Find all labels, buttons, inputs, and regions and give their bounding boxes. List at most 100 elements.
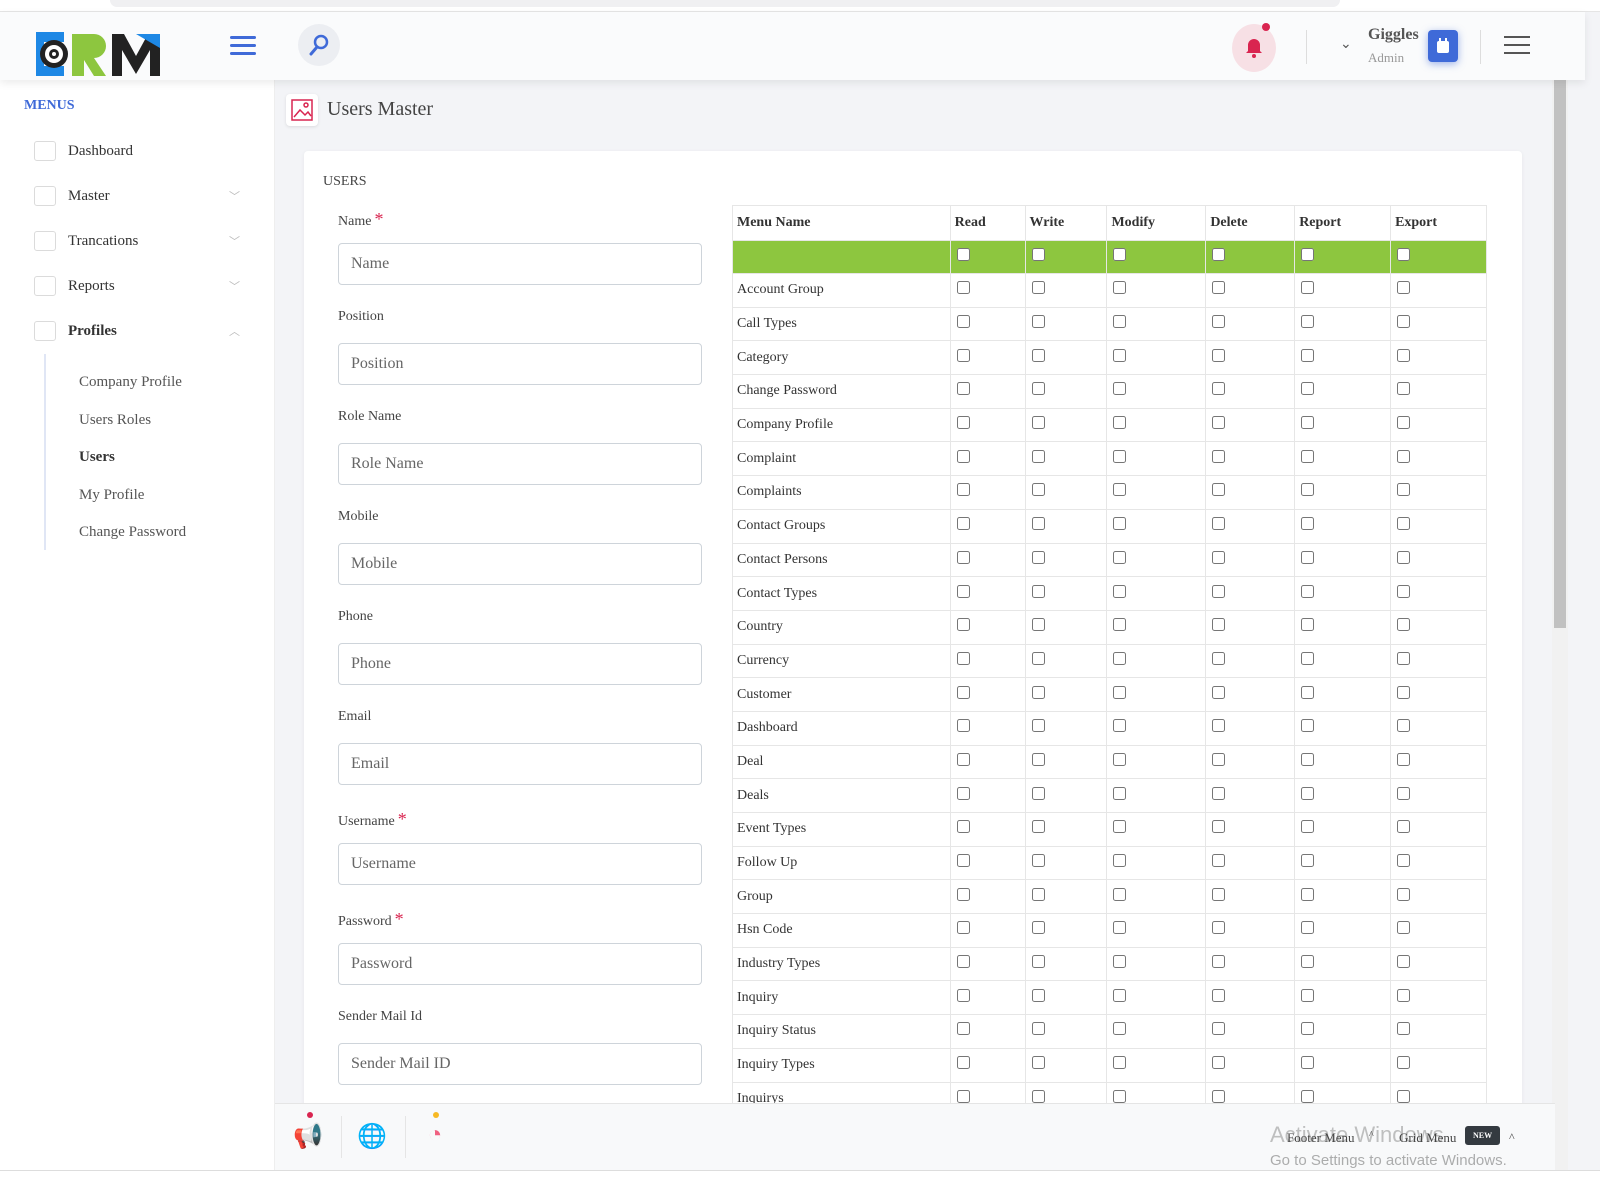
delete-checkbox[interactable]: [1212, 517, 1226, 531]
write-checkbox[interactable]: [1031, 483, 1045, 497]
export-checkbox[interactable]: [1397, 618, 1411, 632]
sidebar-subitem[interactable]: Users: [79, 449, 115, 466]
report-checkbox[interactable]: [1301, 719, 1315, 733]
sidebar-subitem[interactable]: Company Profile: [79, 374, 182, 391]
delete-checkbox[interactable]: [1212, 719, 1226, 733]
sidebar-item-trancations[interactable]: Trancations ﹀: [34, 226, 244, 256]
write-checkbox[interactable]: [1031, 651, 1045, 665]
select-all-delete-checkbox[interactable]: [1212, 248, 1226, 261]
menu-button[interactable]: [1504, 36, 1530, 60]
modify-checkbox[interactable]: [1113, 618, 1127, 632]
read-checkbox[interactable]: [956, 550, 970, 564]
read-checkbox[interactable]: [956, 685, 970, 699]
modify-checkbox[interactable]: [1113, 651, 1127, 665]
report-checkbox[interactable]: [1301, 449, 1315, 463]
export-checkbox[interactable]: [1397, 921, 1411, 935]
read-checkbox[interactable]: [956, 618, 970, 632]
calendar-button[interactable]: [1428, 30, 1458, 62]
sidebar-subitem[interactable]: Change Password: [79, 524, 186, 541]
write-checkbox[interactable]: [1031, 315, 1045, 329]
report-checkbox[interactable]: [1301, 955, 1315, 969]
sidebar-subitem[interactable]: My Profile: [79, 487, 144, 504]
modify-checkbox[interactable]: [1113, 382, 1127, 396]
report-checkbox[interactable]: [1301, 752, 1315, 766]
delete-checkbox[interactable]: [1212, 550, 1226, 564]
delete-checkbox[interactable]: [1212, 786, 1226, 800]
export-checkbox[interactable]: [1397, 988, 1411, 1002]
export-checkbox[interactable]: [1397, 1022, 1411, 1036]
read-checkbox[interactable]: [956, 281, 970, 295]
modify-checkbox[interactable]: [1113, 348, 1127, 362]
export-checkbox[interactable]: [1397, 786, 1411, 800]
modify-checkbox[interactable]: [1113, 685, 1127, 699]
read-checkbox[interactable]: [956, 651, 970, 665]
position-input[interactable]: [338, 343, 702, 385]
username-input[interactable]: [338, 843, 702, 885]
export-checkbox[interactable]: [1397, 416, 1411, 430]
write-checkbox[interactable]: [1031, 921, 1045, 935]
export-checkbox[interactable]: [1397, 483, 1411, 497]
read-checkbox[interactable]: [956, 719, 970, 733]
sidebar-toggle-button[interactable]: [230, 36, 256, 60]
modify-checkbox[interactable]: [1113, 887, 1127, 901]
sidebar-item-profiles[interactable]: Profiles ︿: [34, 316, 244, 346]
sidebar-item-master[interactable]: Master ﹀: [34, 181, 244, 211]
report-checkbox[interactable]: [1301, 416, 1315, 430]
globe-icon[interactable]: 🌐: [357, 1122, 387, 1154]
read-checkbox[interactable]: [956, 1056, 970, 1070]
write-checkbox[interactable]: [1031, 786, 1045, 800]
delete-checkbox[interactable]: [1212, 651, 1226, 665]
sidebar-subitem[interactable]: Users Roles: [79, 412, 151, 429]
delete-checkbox[interactable]: [1212, 1022, 1226, 1036]
report-checkbox[interactable]: [1301, 281, 1315, 295]
read-checkbox[interactable]: [956, 483, 970, 497]
delete-checkbox[interactable]: [1212, 988, 1226, 1002]
modify-checkbox[interactable]: [1113, 854, 1127, 868]
export-checkbox[interactable]: [1397, 1089, 1411, 1103]
password-input[interactable]: [338, 943, 702, 985]
export-checkbox[interactable]: [1397, 517, 1411, 531]
delete-checkbox[interactable]: [1212, 955, 1226, 969]
select-all-export-checkbox[interactable]: [1397, 248, 1411, 261]
read-checkbox[interactable]: [956, 820, 970, 834]
export-checkbox[interactable]: [1397, 719, 1411, 733]
read-checkbox[interactable]: [956, 348, 970, 362]
read-checkbox[interactable]: [956, 752, 970, 766]
report-checkbox[interactable]: [1301, 988, 1315, 1002]
phone-input[interactable]: [338, 643, 702, 685]
read-checkbox[interactable]: [956, 517, 970, 531]
delete-checkbox[interactable]: [1212, 1089, 1226, 1103]
report-checkbox[interactable]: [1301, 550, 1315, 564]
read-checkbox[interactable]: [956, 955, 970, 969]
read-checkbox[interactable]: [956, 1022, 970, 1036]
modify-checkbox[interactable]: [1113, 786, 1127, 800]
user-name[interactable]: Giggles: [1368, 26, 1419, 44]
modify-checkbox[interactable]: [1113, 483, 1127, 497]
write-checkbox[interactable]: [1031, 1056, 1045, 1070]
megaphone-icon[interactable]: 📢: [293, 1122, 323, 1154]
read-checkbox[interactable]: [956, 416, 970, 430]
export-checkbox[interactable]: [1397, 281, 1411, 295]
write-checkbox[interactable]: [1031, 854, 1045, 868]
report-checkbox[interactable]: [1301, 854, 1315, 868]
modify-checkbox[interactable]: [1113, 955, 1127, 969]
report-checkbox[interactable]: [1301, 786, 1315, 800]
write-checkbox[interactable]: [1031, 719, 1045, 733]
modify-checkbox[interactable]: [1113, 1089, 1127, 1103]
delete-checkbox[interactable]: [1212, 685, 1226, 699]
notifications-button[interactable]: [1232, 23, 1276, 72]
select-all-read-checkbox[interactable]: [956, 248, 970, 261]
delete-checkbox[interactable]: [1212, 382, 1226, 396]
delete-checkbox[interactable]: [1212, 921, 1226, 935]
export-checkbox[interactable]: [1397, 752, 1411, 766]
report-checkbox[interactable]: [1301, 348, 1315, 362]
write-checkbox[interactable]: [1031, 955, 1045, 969]
delete-checkbox[interactable]: [1212, 752, 1226, 766]
export-checkbox[interactable]: [1397, 382, 1411, 396]
role-name-input[interactable]: [338, 443, 702, 485]
write-checkbox[interactable]: [1031, 517, 1045, 531]
write-checkbox[interactable]: [1031, 1089, 1045, 1103]
modify-checkbox[interactable]: [1113, 584, 1127, 598]
delete-checkbox[interactable]: [1212, 281, 1226, 295]
modify-checkbox[interactable]: [1113, 752, 1127, 766]
